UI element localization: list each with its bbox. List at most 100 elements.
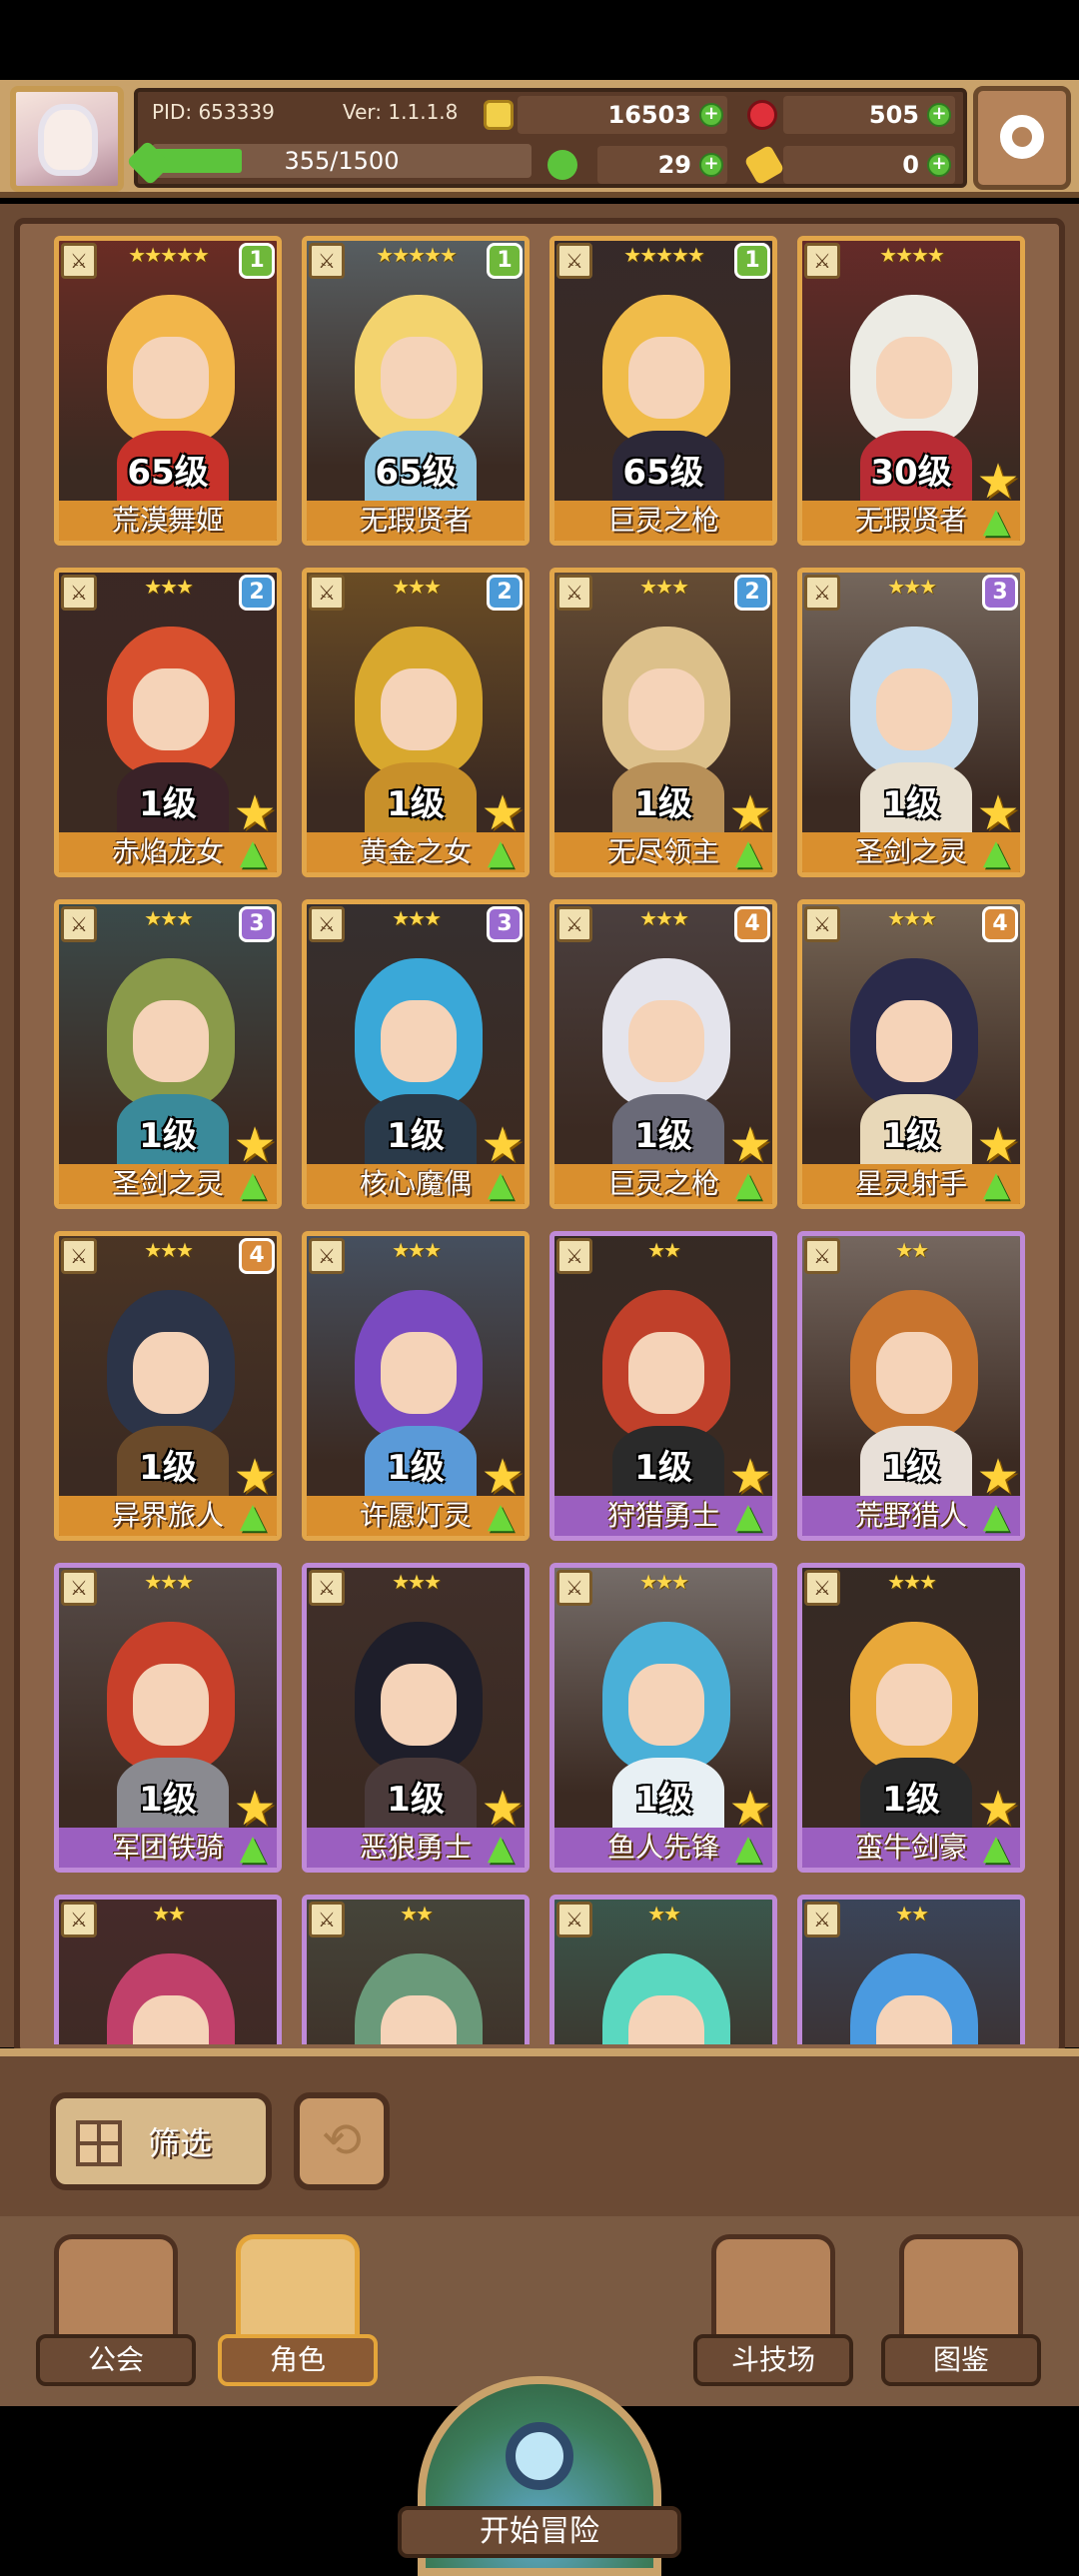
character-face <box>381 1332 457 1414</box>
gold-coin-icon <box>484 100 514 130</box>
rank-badge: 4 <box>239 1238 275 1274</box>
character-card[interactable]: ⚔ ★★★ 1级 ★ 军团铁骑 ▲ <box>54 1563 282 1873</box>
add-key-button[interactable]: + <box>927 153 951 177</box>
toolbar: 筛选 ⟲ <box>0 2056 1079 2216</box>
nav-codex-label: 图鉴 <box>881 2334 1041 2386</box>
character-name: 巨灵之枪 <box>554 501 772 541</box>
character-card[interactable]: ⚔ ★★★ 3 1级 ★ 圣剑之灵 ▲ <box>797 568 1025 877</box>
character-card[interactable]: ⚔ ★★★ 2 1级 ★ 黄金之女 ▲ <box>302 568 530 877</box>
character-card[interactable]: ⚔ ★★★ 3 1级 ★ 核心魔偶 ▲ <box>302 899 530 1209</box>
character-card[interactable]: ⚔ ★★★ 1级 ★ 许愿灯灵 ▲ <box>302 1231 530 1541</box>
character-card[interactable]: ⚔ ★★ <box>54 1895 282 2044</box>
level-up-arrow-icon[interactable]: ▲ <box>724 832 772 872</box>
character-card[interactable]: ⚔ ★★★ 2 1级 ★ 无尽领主 ▲ <box>549 568 777 877</box>
level-up-arrow-icon[interactable]: ▲ <box>972 501 1020 541</box>
level-up-arrow-icon[interactable]: ▲ <box>477 1828 525 1868</box>
exp-text: 355/1500 <box>284 147 400 175</box>
character-card[interactable]: ⚔ ★★★ 4 1级 ★ 星灵射手 ▲ <box>797 899 1025 1209</box>
level-up-arrow-icon[interactable]: ▲ <box>972 1496 1020 1536</box>
star-rating: ★★★ <box>144 1570 194 1594</box>
level-up-arrow-icon[interactable]: ▲ <box>229 832 277 872</box>
star-rating: ★★ <box>895 1902 929 1926</box>
nav-codex[interactable]: 图鉴 <box>881 2224 1041 2394</box>
player-avatar[interactable] <box>10 86 124 192</box>
upgrade-star-icon: ★ <box>481 1117 525 1173</box>
level-up-arrow-icon[interactable]: ▲ <box>972 1828 1020 1868</box>
character-face <box>876 1000 952 1082</box>
character-card[interactable]: ⚔ ★★★ 2 1级 ★ 赤焰龙女 ▲ <box>54 568 282 877</box>
key-amount: 0 <box>902 151 919 179</box>
character-card[interactable]: ⚔ ★★ <box>302 1895 530 2044</box>
star-rating: ★★★★ <box>879 243 945 267</box>
rank-badge: 2 <box>487 575 523 611</box>
level-up-arrow-icon[interactable]: ▲ <box>229 1164 277 1204</box>
character-card[interactable]: ⚔ ★★★ 1级 ★ 蛮牛剑豪 ▲ <box>797 1563 1025 1873</box>
character-card[interactable]: ⚔ ★★ <box>549 1895 777 2044</box>
upgrade-star-icon: ★ <box>233 1449 277 1505</box>
character-card[interactable]: ⚔ ★★ 1级 ★ 狩猎勇士 ▲ <box>549 1231 777 1541</box>
red-gem-icon <box>747 100 777 130</box>
character-face <box>628 337 704 419</box>
upgrade-star-icon: ★ <box>481 1781 525 1837</box>
level-up-arrow-icon[interactable]: ▲ <box>229 1828 277 1868</box>
add-gem-button[interactable]: + <box>927 103 951 127</box>
add-gold-button[interactable]: + <box>699 103 723 127</box>
character-card[interactable]: ⚔ ★★★ 4 1级 ★ 异界旅人 ▲ <box>54 1231 282 1541</box>
level-up-arrow-icon[interactable]: ▲ <box>972 832 1020 872</box>
book-icon <box>899 2234 1023 2344</box>
status-bar <box>0 0 1079 80</box>
character-face <box>628 1000 704 1082</box>
upgrade-star-icon: ★ <box>976 1449 1020 1505</box>
level-up-arrow-icon[interactable]: ▲ <box>477 1164 525 1204</box>
add-clover-button[interactable]: + <box>699 153 723 177</box>
start-adventure-button[interactable]: 开始冒险 <box>398 2376 681 2576</box>
rank-badge: 1 <box>239 243 275 279</box>
upgrade-star-icon: ★ <box>233 1781 277 1837</box>
character-name: 无瑕贤者 <box>307 501 525 541</box>
star-rating: ★★ <box>400 1902 434 1926</box>
character-card[interactable]: ⚔ ★★ <box>797 1895 1025 2044</box>
upgrade-star-icon: ★ <box>976 785 1020 841</box>
character-card[interactable]: ⚔ ★★★ 1级 ★ 恶狼勇士 ▲ <box>302 1563 530 1873</box>
character-card[interactable]: ⚔ ★★★★★ 1 65级 无瑕贤者 <box>302 236 530 546</box>
character-face-icon <box>236 2234 360 2344</box>
character-card[interactable]: ⚔ ★★★★★ 1 65级 巨灵之枪 <box>549 236 777 546</box>
level-up-arrow-icon[interactable]: ▲ <box>972 1164 1020 1204</box>
star-rating: ★★★ <box>639 1570 689 1594</box>
level-up-arrow-icon[interactable]: ▲ <box>724 1164 772 1204</box>
character-face <box>133 1332 209 1414</box>
nav-arena[interactable]: 斗技场 <box>693 2224 853 2394</box>
key-counter: 0 + <box>783 146 955 184</box>
character-face <box>628 1664 704 1746</box>
character-card[interactable]: ⚔ ★★★★ 30级 ★ 无瑕贤者 ▲ <box>797 236 1025 546</box>
grid-icon <box>76 2120 122 2166</box>
settings-button[interactable] <box>973 86 1071 190</box>
character-face <box>876 1995 952 2044</box>
character-level: 65级 <box>127 453 209 493</box>
reset-button[interactable]: ⟲ <box>294 2092 390 2190</box>
level-up-arrow-icon[interactable]: ▲ <box>724 1496 772 1536</box>
character-card[interactable]: ⚔ ★★ 1级 ★ 荒野猎人 ▲ <box>797 1231 1025 1541</box>
character-card[interactable]: ⚔ ★★★ 1级 ★ 鱼人先锋 ▲ <box>549 1563 777 1873</box>
gear-icon <box>1000 115 1044 159</box>
level-up-arrow-icon[interactable]: ▲ <box>724 1828 772 1868</box>
character-face <box>133 1000 209 1082</box>
upgrade-star-icon: ★ <box>728 1117 772 1173</box>
character-card[interactable]: ⚔ ★★★★★ 1 65级 荒漠舞姬 <box>54 236 282 546</box>
gold-amount: 16503 <box>607 101 692 129</box>
filter-button[interactable]: 筛选 <box>50 2092 272 2190</box>
rank-badge: 3 <box>982 575 1018 611</box>
character-level: 65级 <box>622 453 704 493</box>
bottom-nav: 公会 角色 开始冒险 斗技场 图鉴 <box>0 2216 1079 2576</box>
character-card[interactable]: ⚔ ★★★ 3 1级 ★ 圣剑之灵 ▲ <box>54 899 282 1209</box>
character-card[interactable]: ⚔ ★★★ 4 1级 ★ 巨灵之枪 ▲ <box>549 899 777 1209</box>
nav-guild[interactable]: 公会 <box>36 2224 196 2394</box>
character-level: 65级 <box>375 453 457 493</box>
nav-character[interactable]: 角色 <box>218 2224 378 2394</box>
level-up-arrow-icon[interactable]: ▲ <box>477 1496 525 1536</box>
character-grid[interactable]: ⚔ ★★★★★ 1 65级 荒漠舞姬 ⚔ ★★★★★ 1 65级 无瑕贤者 ⚔ ★★★★★ 1 65级 巨灵… <box>54 236 1037 2044</box>
level-up-arrow-icon[interactable]: ▲ <box>477 832 525 872</box>
bottom-area: 筛选 ⟲ 公会 角色 开始冒险 斗技场 图鉴 <box>0 2048 1079 2576</box>
level-up-arrow-icon[interactable]: ▲ <box>229 1496 277 1536</box>
gem-counter: 505 + <box>783 96 955 134</box>
